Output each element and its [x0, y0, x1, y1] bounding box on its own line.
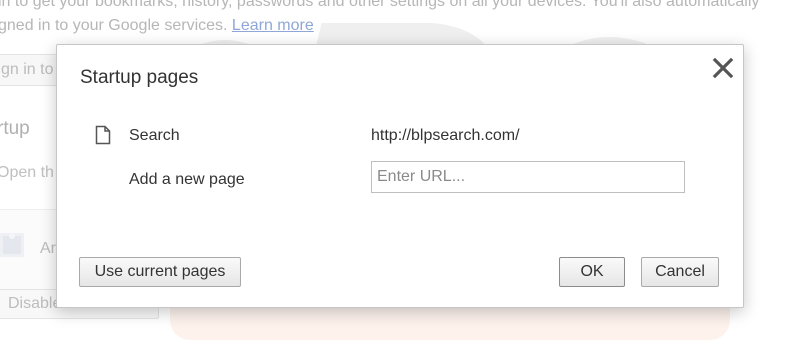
ok-button[interactable]: OK [559, 257, 625, 287]
startup-section-heading: rtup [0, 118, 30, 139]
sign-in-button[interactable]: gn in to [0, 54, 62, 86]
add-new-page-label: Add a new page [129, 171, 245, 188]
startup-pages-dialog: Startup pages Search http://blpsearch.co… [56, 44, 744, 308]
url-input[interactable] [371, 161, 685, 193]
dialog-title: Startup pages [80, 67, 199, 88]
sync-description-line2: gned in to your Google services. Learn m… [0, 17, 314, 35]
startup-page-url: http://blpsearch.com/ [371, 127, 520, 144]
learn-more-link[interactable]: Learn more [232, 17, 314, 34]
cancel-button[interactable]: Cancel [641, 257, 719, 287]
use-current-pages-button[interactable]: Use current pages [79, 257, 241, 287]
startup-option-text: Open th [0, 164, 54, 181]
sync-description-line1: in to get your bookmarks, history, passw… [0, 0, 760, 10]
close-icon[interactable] [712, 57, 734, 79]
extension-name: Ar [40, 240, 56, 257]
page-icon [95, 125, 111, 145]
puzzle-piece-icon [0, 233, 24, 257]
sync-description-text: gned in to your Google services. [0, 17, 228, 34]
startup-page-name: Search [129, 127, 180, 144]
